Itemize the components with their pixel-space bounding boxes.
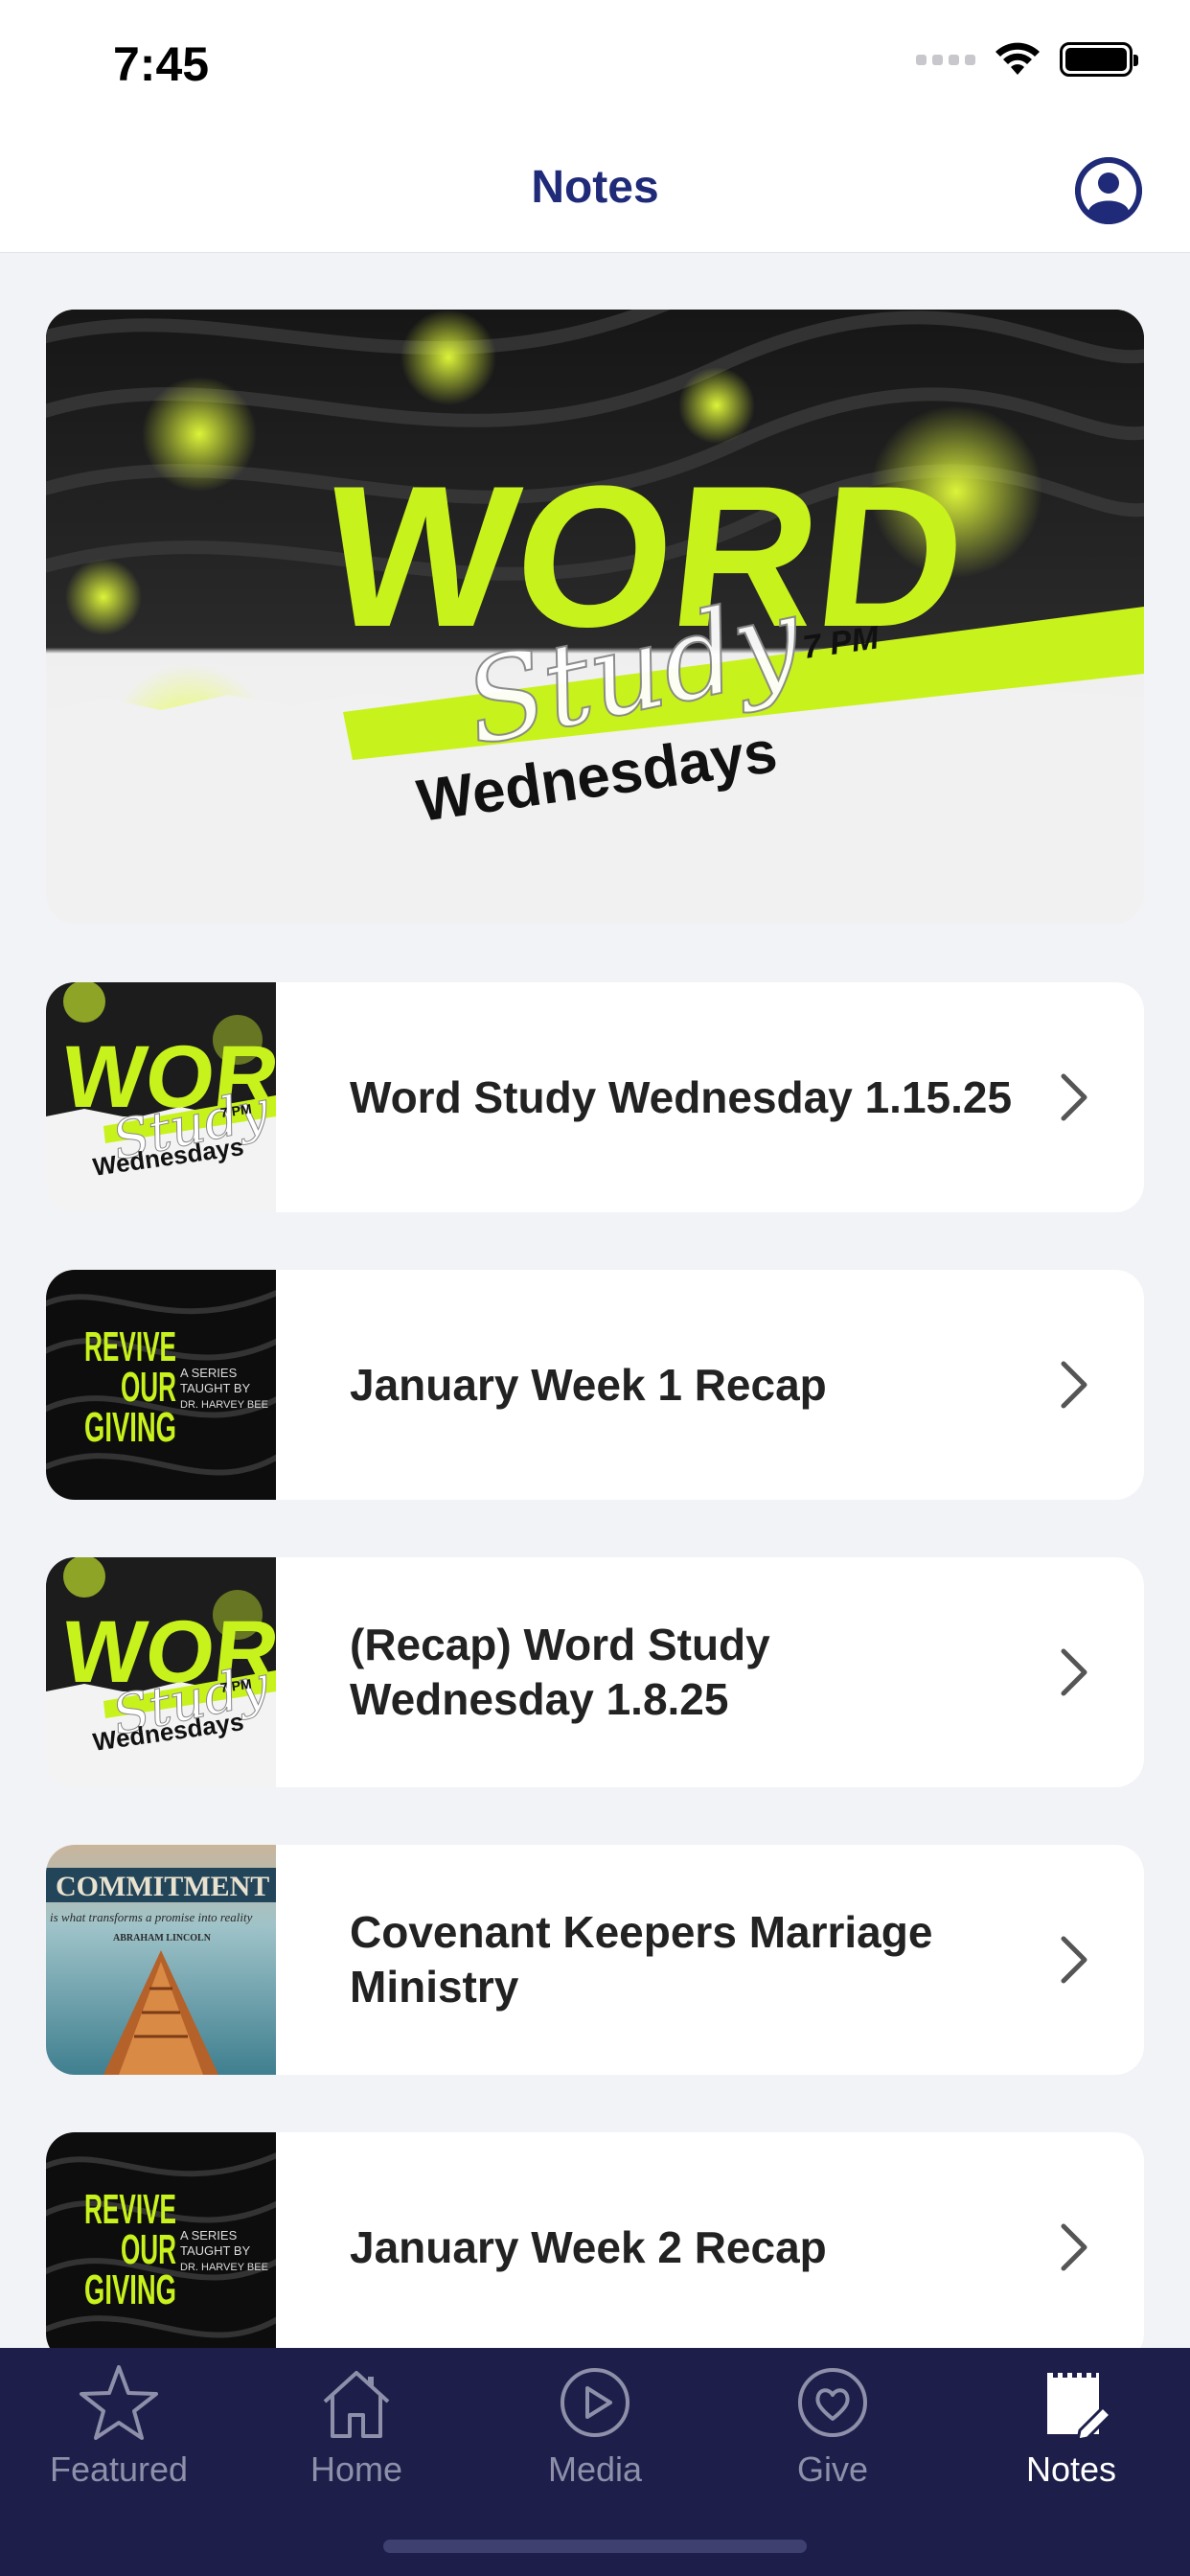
note-card[interactable]: WORD Study 7 PM Wednesdays Word Study Wednes…: [46, 982, 1144, 1212]
profile-button[interactable]: [1075, 157, 1142, 224]
heart-icon: [798, 2368, 867, 2437]
note-thumbnail: COMMITMENT is what transforms a promise i…: [46, 1845, 276, 2075]
play-icon: [561, 2368, 629, 2437]
thumb-side1: A SERIES: [180, 1366, 238, 1380]
note-card[interactable]: REVIVE OUR GIVING A SERIES TAUGHT BY DR. HARV…: [46, 2132, 1144, 2348]
thumb-line3: GIVING: [84, 1404, 176, 1451]
note-card[interactable]: WORD Study 7 PM Wednesdays (Recap) Word Stud…: [46, 1557, 1144, 1787]
note-thumbnail: WORD Study 7 PM Wednesdays: [46, 982, 276, 1212]
tab-home[interactable]: Home: [238, 2348, 475, 2492]
status-time: 7:45: [113, 37, 210, 91]
tab-label-featured: Featured: [49, 2450, 189, 2489]
cellular-signal-icon: [916, 54, 975, 65]
thumb-side2: TAUGHT BY: [180, 2243, 251, 2258]
chevron-right-icon: [1061, 1936, 1087, 1984]
note-thumbnail: WORD Study 7 PM Wednesdays: [46, 1557, 276, 1787]
chevron-right-icon: [1061, 1648, 1087, 1696]
chevron-right-icon: [1061, 2223, 1087, 2271]
page-title: Notes: [531, 162, 659, 213]
note-thumbnail: REVIVE OUR GIVING A SERIES TAUGHT BY DR. HARV…: [46, 1270, 276, 1500]
note-title: (Recap) Word Study Wednesday 1.8.25: [350, 1620, 770, 1724]
tab-label-notes: Notes: [1025, 2450, 1117, 2489]
star-icon: [80, 2365, 158, 2440]
status-icons: [916, 42, 1138, 77]
thumb-author: ABRAHAM LINCOLN: [113, 1933, 212, 1944]
thumb-quote: is what transforms a promise into realit…: [50, 1910, 253, 1924]
note-thumbnail: REVIVE OUR GIVING A SERIES TAUGHT BY DR. HARV…: [46, 2132, 276, 2348]
home-indicator: [383, 2540, 807, 2553]
note-card[interactable]: COMMITMENT is what transforms a promise i…: [46, 1845, 1144, 2075]
notes-list-scroll[interactable]: WORD Study 7 PM Wednesdays WORD Study 7 PM…: [0, 254, 1190, 2348]
thumb-side3: DR. HARVEY BEE: [180, 1399, 268, 1411]
chevron-right-icon: [1061, 1361, 1087, 1409]
hero-banner[interactable]: WORD Study 7 PM Wednesdays: [46, 310, 1144, 924]
note-title: Covenant Keepers Marriage Ministry: [350, 1907, 933, 2012]
note-title: January Week 2 Recap: [350, 2221, 827, 2272]
tab-label-home: Home: [309, 2450, 403, 2489]
user-avatar-icon: [1075, 157, 1142, 224]
thumb-side3: DR. HARVEY BEE: [180, 2262, 268, 2273]
thumb-line3: GIVING: [84, 2266, 176, 2313]
thumb-side1: A SERIES: [180, 2228, 238, 2242]
battery-icon: [1060, 42, 1138, 77]
note-card[interactable]: REVIVE OUR GIVING A SERIES TAUGHT BY DR. HARV…: [46, 1270, 1144, 1500]
chevron-right-icon: [1061, 1073, 1087, 1121]
thumb-headline: COMMITMENT: [56, 1871, 269, 1902]
note-title: Word Study Wednesday 1.15.25: [350, 1071, 1013, 1122]
tab-label-give: Give: [796, 2450, 869, 2489]
note-title: January Week 1 Recap: [350, 1359, 827, 1410]
tab-give[interactable]: Give: [714, 2348, 951, 2492]
tab-label-media: Media: [547, 2450, 643, 2489]
notepad-pencil-icon: [1047, 2369, 1113, 2442]
navigation-bar: Notes: [0, 134, 1190, 253]
tab-notes[interactable]: Notes: [952, 2348, 1190, 2492]
word-study-wednesdays-graphic: WORD Study 7 PM Wednesdays: [46, 310, 1144, 924]
wifi-icon: [995, 42, 1040, 75]
tab-media[interactable]: Media: [476, 2348, 714, 2492]
status-bar: 7:45: [0, 0, 1190, 134]
home-icon: [323, 2371, 390, 2438]
tab-featured[interactable]: Featured: [0, 2348, 238, 2492]
thumb-side2: TAUGHT BY: [180, 1381, 251, 1395]
